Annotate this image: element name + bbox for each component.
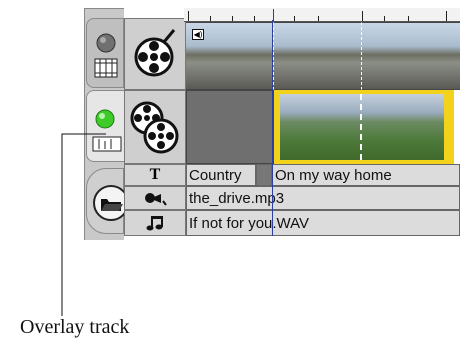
figure-caption: Overlay track [20, 316, 130, 338]
callout-leader-line [61, 133, 106, 316]
